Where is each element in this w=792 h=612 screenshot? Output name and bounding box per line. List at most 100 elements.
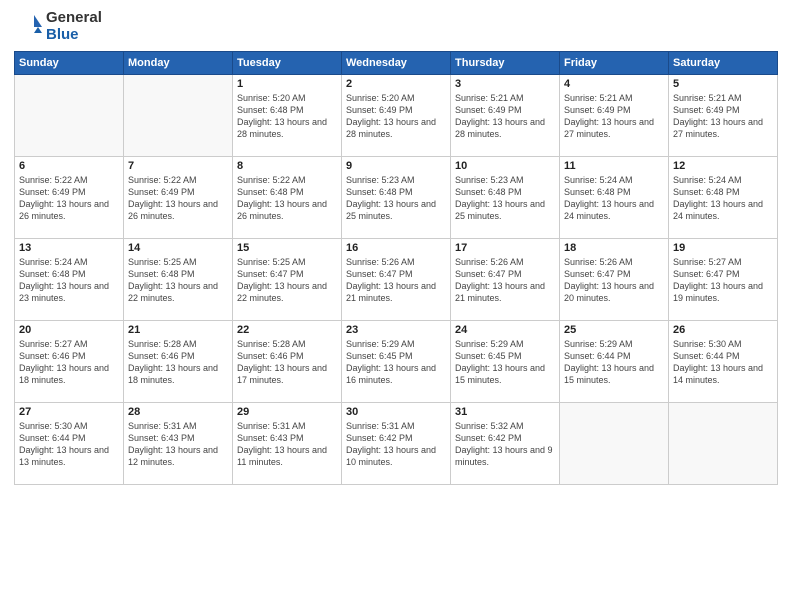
day-number: 5 <box>673 78 773 90</box>
day-info: Sunrise: 5:27 AM Sunset: 6:47 PM Dayligh… <box>673 256 773 305</box>
calendar-cell: 28 Sunrise: 5:31 AM Sunset: 6:43 PM Dayli… <box>124 403 233 485</box>
calendar-cell: 12 Sunrise: 5:24 AM Sunset: 6:48 PM Dayli… <box>669 157 778 239</box>
calendar-cell: 3 Sunrise: 5:21 AM Sunset: 6:49 PM Daylig… <box>451 75 560 157</box>
calendar-cell: 16 Sunrise: 5:26 AM Sunset: 6:47 PM Dayli… <box>342 239 451 321</box>
day-number: 29 <box>237 406 337 418</box>
day-number: 12 <box>673 160 773 172</box>
day-info: Sunrise: 5:21 AM Sunset: 6:49 PM Dayligh… <box>673 92 773 141</box>
day-number: 22 <box>237 324 337 336</box>
logo: General Blue <box>14 10 102 43</box>
calendar-cell: 23 Sunrise: 5:29 AM Sunset: 6:45 PM Dayli… <box>342 321 451 403</box>
day-info: Sunrise: 5:22 AM Sunset: 6:49 PM Dayligh… <box>19 174 119 223</box>
calendar-cell: 22 Sunrise: 5:28 AM Sunset: 6:46 PM Dayli… <box>233 321 342 403</box>
header: General Blue <box>14 10 778 43</box>
weekday-header-tuesday: Tuesday <box>233 52 342 75</box>
calendar-cell: 2 Sunrise: 5:20 AM Sunset: 6:49 PM Daylig… <box>342 75 451 157</box>
day-number: 16 <box>346 242 446 254</box>
day-number: 2 <box>346 78 446 90</box>
calendar-week-row: 13 Sunrise: 5:24 AM Sunset: 6:48 PM Dayli… <box>15 239 778 321</box>
day-number: 3 <box>455 78 555 90</box>
day-info: Sunrise: 5:31 AM Sunset: 6:42 PM Dayligh… <box>346 420 446 469</box>
weekday-header-sunday: Sunday <box>15 52 124 75</box>
logo-svg <box>14 13 42 41</box>
day-number: 11 <box>564 160 664 172</box>
calendar-cell: 19Sunrise: 5:27 AM Sunset: 6:47 PM Dayli… <box>669 239 778 321</box>
calendar-cell: 5 Sunrise: 5:21 AM Sunset: 6:49 PM Daylig… <box>669 75 778 157</box>
day-info: Sunrise: 5:20 AM Sunset: 6:48 PM Dayligh… <box>237 92 337 141</box>
calendar-cell <box>15 75 124 157</box>
day-number: 14 <box>128 242 228 254</box>
day-info: Sunrise: 5:28 AM Sunset: 6:46 PM Dayligh… <box>128 338 228 387</box>
day-info: Sunrise: 5:20 AM Sunset: 6:49 PM Dayligh… <box>346 92 446 141</box>
calendar-cell: 9 Sunrise: 5:23 AM Sunset: 6:48 PM Daylig… <box>342 157 451 239</box>
day-number: 10 <box>455 160 555 172</box>
calendar-week-row: 20 Sunrise: 5:27 AM Sunset: 6:46 PM Dayli… <box>15 321 778 403</box>
day-info: Sunrise: 5:31 AM Sunset: 6:43 PM Dayligh… <box>237 420 337 469</box>
calendar-cell: 26Sunrise: 5:30 AM Sunset: 6:44 PM Dayli… <box>669 321 778 403</box>
day-info: Sunrise: 5:21 AM Sunset: 6:49 PM Dayligh… <box>455 92 555 141</box>
day-number: 21 <box>128 324 228 336</box>
calendar-cell: 27Sunrise: 5:30 AM Sunset: 6:44 PM Dayli… <box>15 403 124 485</box>
day-info: Sunrise: 5:21 AM Sunset: 6:49 PM Dayligh… <box>564 92 664 141</box>
calendar-cell <box>560 403 669 485</box>
day-number: 6 <box>19 160 119 172</box>
calendar-week-row: 27Sunrise: 5:30 AM Sunset: 6:44 PM Dayli… <box>15 403 778 485</box>
day-number: 30 <box>346 406 446 418</box>
day-info: Sunrise: 5:25 AM Sunset: 6:48 PM Dayligh… <box>128 256 228 305</box>
calendar-cell: 17 Sunrise: 5:26 AM Sunset: 6:47 PM Dayli… <box>451 239 560 321</box>
page: General Blue SundayMondayTuesdayWednesda… <box>0 0 792 612</box>
day-number: 17 <box>455 242 555 254</box>
day-number: 1 <box>237 78 337 90</box>
day-number: 13 <box>19 242 119 254</box>
day-info: Sunrise: 5:23 AM Sunset: 6:48 PM Dayligh… <box>346 174 446 223</box>
day-info: Sunrise: 5:28 AM Sunset: 6:46 PM Dayligh… <box>237 338 337 387</box>
calendar-cell: 1 Sunrise: 5:20 AM Sunset: 6:48 PM Daylig… <box>233 75 342 157</box>
calendar-cell: 24 Sunrise: 5:29 AM Sunset: 6:45 PM Dayli… <box>451 321 560 403</box>
weekday-header-monday: Monday <box>124 52 233 75</box>
calendar-cell: 30 Sunrise: 5:31 AM Sunset: 6:42 PM Dayli… <box>342 403 451 485</box>
day-info: Sunrise: 5:29 AM Sunset: 6:45 PM Dayligh… <box>346 338 446 387</box>
day-number: 20 <box>19 324 119 336</box>
day-number: 24 <box>455 324 555 336</box>
day-number: 27 <box>19 406 119 418</box>
calendar-cell: 15Sunrise: 5:25 AM Sunset: 6:47 PM Dayli… <box>233 239 342 321</box>
day-info: Sunrise: 5:24 AM Sunset: 6:48 PM Dayligh… <box>19 256 119 305</box>
day-info: Sunrise: 5:24 AM Sunset: 6:48 PM Dayligh… <box>673 174 773 223</box>
calendar-cell <box>669 403 778 485</box>
day-info: Sunrise: 5:25 AM Sunset: 6:47 PM Dayligh… <box>237 256 337 305</box>
day-info: Sunrise: 5:22 AM Sunset: 6:48 PM Dayligh… <box>237 174 337 223</box>
weekday-header-thursday: Thursday <box>451 52 560 75</box>
day-info: Sunrise: 5:29 AM Sunset: 6:44 PM Dayligh… <box>564 338 664 387</box>
weekday-header-saturday: Saturday <box>669 52 778 75</box>
day-number: 23 <box>346 324 446 336</box>
calendar-cell: 13 Sunrise: 5:24 AM Sunset: 6:48 PM Dayli… <box>15 239 124 321</box>
weekday-header-friday: Friday <box>560 52 669 75</box>
day-info: Sunrise: 5:26 AM Sunset: 6:47 PM Dayligh… <box>455 256 555 305</box>
day-info: Sunrise: 5:27 AM Sunset: 6:46 PM Dayligh… <box>19 338 119 387</box>
calendar-cell: 8 Sunrise: 5:22 AM Sunset: 6:48 PM Daylig… <box>233 157 342 239</box>
day-number: 25 <box>564 324 664 336</box>
day-number: 31 <box>455 406 555 418</box>
calendar-cell: 7Sunrise: 5:22 AM Sunset: 6:49 PM Daylig… <box>124 157 233 239</box>
day-info: Sunrise: 5:26 AM Sunset: 6:47 PM Dayligh… <box>346 256 446 305</box>
day-info: Sunrise: 5:31 AM Sunset: 6:43 PM Dayligh… <box>128 420 228 469</box>
calendar-week-row: 1 Sunrise: 5:20 AM Sunset: 6:48 PM Daylig… <box>15 75 778 157</box>
day-info: Sunrise: 5:29 AM Sunset: 6:45 PM Dayligh… <box>455 338 555 387</box>
day-info: Sunrise: 5:22 AM Sunset: 6:49 PM Dayligh… <box>128 174 228 223</box>
day-number: 18 <box>564 242 664 254</box>
day-info: Sunrise: 5:30 AM Sunset: 6:44 PM Dayligh… <box>673 338 773 387</box>
day-number: 4 <box>564 78 664 90</box>
calendar-cell: 31 Sunrise: 5:32 AM Sunset: 6:42 PM Dayli… <box>451 403 560 485</box>
day-number: 28 <box>128 406 228 418</box>
day-info: Sunrise: 5:32 AM Sunset: 6:42 PM Dayligh… <box>455 420 555 469</box>
calendar-table: SundayMondayTuesdayWednesdayThursdayFrid… <box>14 51 778 485</box>
calendar-cell <box>124 75 233 157</box>
day-number: 9 <box>346 160 446 172</box>
logo-general: General <box>46 10 102 27</box>
calendar-cell: 29 Sunrise: 5:31 AM Sunset: 6:43 PM Dayli… <box>233 403 342 485</box>
day-number: 8 <box>237 160 337 172</box>
day-info: Sunrise: 5:24 AM Sunset: 6:48 PM Dayligh… <box>564 174 664 223</box>
logo-blue: Blue <box>46 27 102 44</box>
day-info: Sunrise: 5:23 AM Sunset: 6:48 PM Dayligh… <box>455 174 555 223</box>
calendar-cell: 6 Sunrise: 5:22 AM Sunset: 6:49 PM Daylig… <box>15 157 124 239</box>
